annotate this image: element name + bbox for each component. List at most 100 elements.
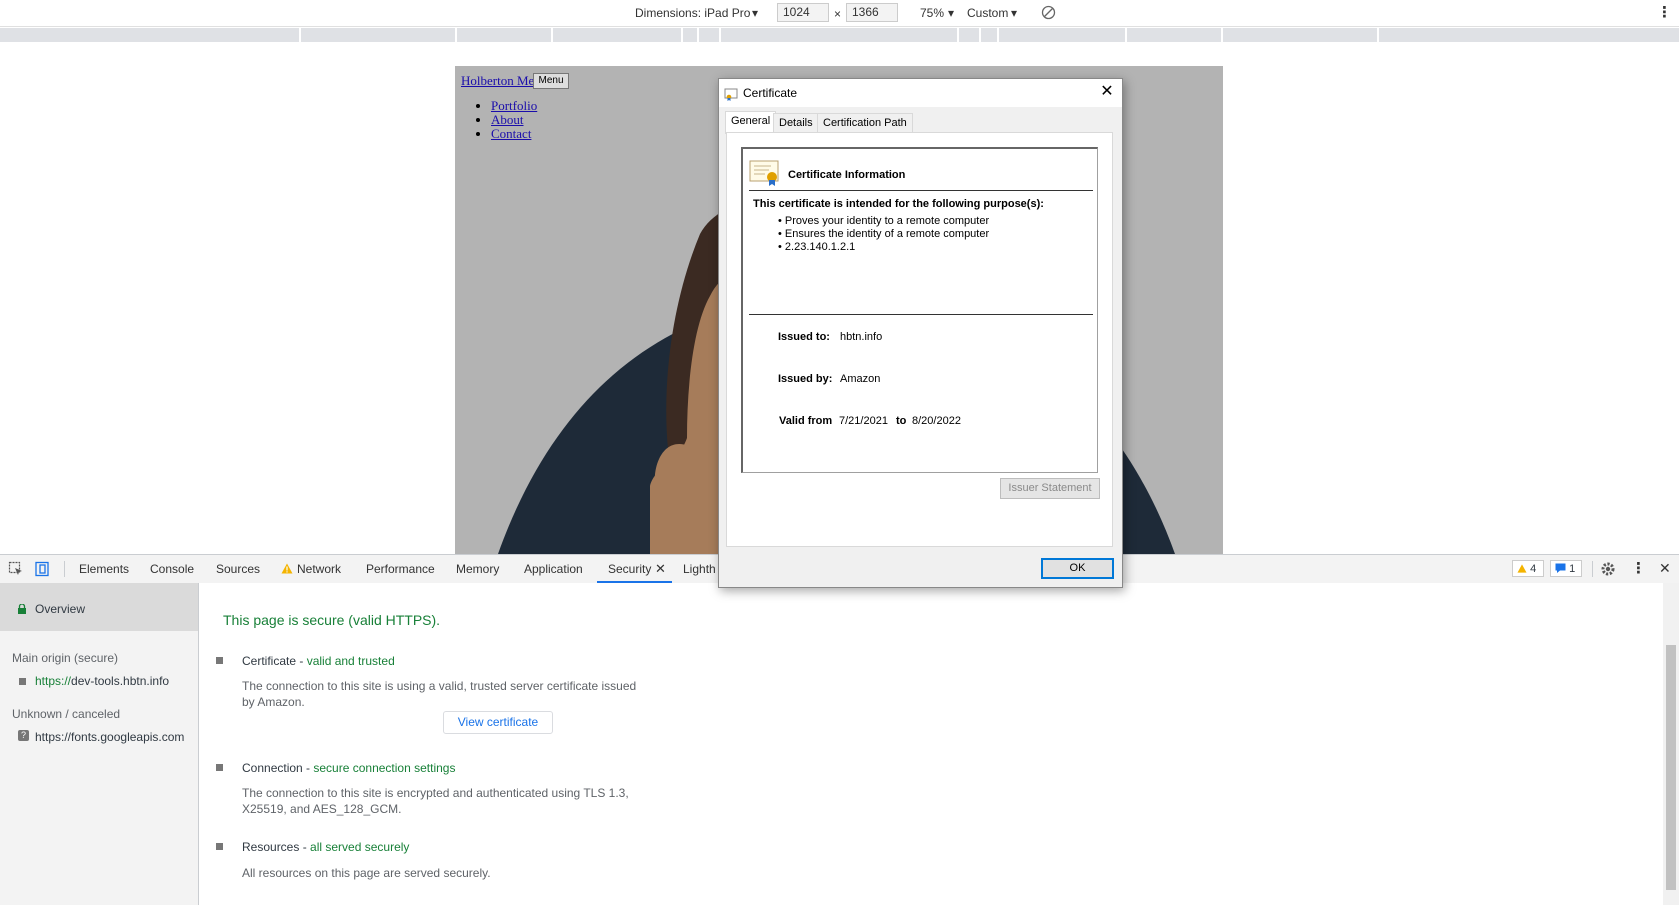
- purpose-heading: This certificate is intended for the fol…: [753, 198, 1044, 210]
- warning-icon: [1517, 564, 1527, 573]
- tab-lighthouse[interactable]: Lighth: [683, 562, 716, 576]
- chevron-down-icon[interactable]: ▾: [1011, 6, 1017, 20]
- chevron-down-icon[interactable]: ▾: [948, 6, 954, 20]
- warnings-badge[interactable]: 4: [1512, 560, 1544, 577]
- purpose-text: 2.23.140.1.2.1: [784, 241, 856, 253]
- close-icon[interactable]: ✕: [1097, 83, 1117, 103]
- height-input[interactable]: 1366: [846, 3, 898, 22]
- section-bullet-icon: [216, 764, 223, 771]
- menu-button[interactable]: Menu: [533, 73, 569, 89]
- media-query-segment[interactable]: [457, 28, 551, 42]
- issued-by-value: Amazon: [840, 373, 881, 385]
- certificate-section-title: Certificate - valid and trusted: [242, 654, 395, 668]
- view-certificate-button[interactable]: View certificate: [443, 711, 553, 734]
- origin-host: dev-tools.hbtn.info: [71, 674, 170, 688]
- tab-general[interactable]: General: [725, 111, 777, 134]
- media-query-segment[interactable]: [959, 28, 979, 42]
- certificate-icon: [724, 88, 738, 101]
- media-query-segment[interactable]: [699, 28, 719, 42]
- messages-badge[interactable]: 1: [1550, 560, 1582, 577]
- media-query-segment[interactable]: [721, 28, 957, 42]
- media-query-segment[interactable]: [1127, 28, 1221, 42]
- tab-certification-path[interactable]: Certification Path: [817, 113, 913, 133]
- sidebar-item-unknown-origin[interactable]: https://fonts.googleapis.com: [35, 730, 184, 744]
- issued-to-value: hbtn.info: [840, 331, 883, 343]
- inspect-element-icon[interactable]: [8, 561, 24, 577]
- media-query-segment[interactable]: [1379, 28, 1679, 42]
- valid-from-label: Valid from: [779, 415, 833, 427]
- origin-scheme: https://: [35, 674, 72, 688]
- purpose-item: • Ensures the identity of a remote compu…: [778, 228, 990, 240]
- certificate-icon: [749, 160, 779, 186]
- issuer-statement-button[interactable]: Issuer Statement: [1000, 478, 1100, 499]
- sidebar-item-overview[interactable]: Overview: [0, 583, 198, 631]
- media-query-segment[interactable]: [683, 28, 697, 42]
- media-query-segment[interactable]: [999, 28, 1125, 42]
- ok-button[interactable]: OK: [1041, 558, 1114, 579]
- nav-link-about[interactable]: About: [491, 112, 524, 127]
- media-query-segment[interactable]: [0, 28, 299, 42]
- tab-console[interactable]: Console: [150, 562, 194, 576]
- main-origin-heading: Main origin (secure): [12, 651, 119, 665]
- zoom-selector[interactable]: 75%: [920, 6, 944, 20]
- connection-section-title: Connection - secure connection settings: [242, 761, 455, 775]
- question-icon: ?: [18, 730, 29, 741]
- section-bullet-icon: [216, 657, 223, 664]
- media-query-segment[interactable]: [553, 28, 681, 42]
- more-options-icon[interactable]: ⋮: [1631, 559, 1646, 577]
- tab-memory[interactable]: Memory: [456, 562, 499, 576]
- dialog-title: Certificate: [743, 86, 798, 100]
- throttle-selector[interactable]: Custom: [967, 6, 1008, 20]
- section-bullet-icon: [216, 843, 223, 850]
- rotate-icon[interactable]: [1041, 5, 1056, 20]
- warning-icon: [281, 563, 293, 574]
- tab-network[interactable]: Network: [297, 562, 341, 576]
- nav-item: About: [491, 113, 537, 127]
- security-headline: This page is secure (valid HTTPS).: [223, 612, 441, 628]
- tab-application[interactable]: Application: [524, 562, 583, 576]
- nav-link-portfolio[interactable]: Portfolio: [491, 98, 537, 113]
- nav-item: Contact: [491, 127, 537, 141]
- more-options-icon[interactable]: ⋮: [1657, 3, 1672, 21]
- nav-item: Portfolio: [491, 99, 537, 113]
- valid-to-label: to: [896, 415, 907, 427]
- tab-performance[interactable]: Performance: [366, 562, 435, 576]
- purpose-text: Ensures the identity of a remote compute…: [784, 228, 990, 240]
- media-query-segment[interactable]: [981, 28, 997, 42]
- tab-elements[interactable]: Elements: [79, 562, 129, 576]
- sidebar-item-main-origin[interactable]: https://dev-tools.hbtn.info: [35, 674, 169, 688]
- chevron-down-icon[interactable]: ▾: [752, 6, 758, 20]
- section-label: Connection -: [242, 761, 314, 775]
- tab-security[interactable]: Security: [608, 562, 651, 576]
- close-devtools-icon[interactable]: ✕: [1659, 560, 1671, 577]
- tab-sources[interactable]: Sources: [216, 562, 260, 576]
- dialog-titlebar[interactable]: Certificate ✕: [719, 79, 1122, 107]
- certificate-status: valid and trusted: [306, 654, 395, 668]
- purpose-item: • 2.23.140.1.2.1: [778, 241, 856, 253]
- section-label: Certificate -: [242, 654, 307, 668]
- connection-description: The connection to this site is encrypted…: [242, 786, 629, 816]
- security-overview-panel: This page is secure (valid HTTPS). Certi…: [199, 583, 1663, 905]
- width-input[interactable]: 1024: [777, 3, 829, 22]
- lock-icon: [18, 604, 26, 614]
- scrollbar-thumb[interactable]: [1666, 645, 1676, 890]
- site-brand-link[interactable]: Holberton Me: [461, 73, 534, 89]
- tab-details[interactable]: Details: [773, 113, 819, 133]
- issued-by-label: Issued by:: [778, 373, 833, 385]
- origin-bullet-icon: [19, 678, 26, 685]
- resources-section-title: Resources - all served securely: [242, 840, 409, 854]
- certificate-description: The connection to this site is using a v…: [242, 679, 637, 709]
- scrollbar[interactable]: [1663, 583, 1679, 905]
- close-tab-icon[interactable]: ✕: [655, 561, 666, 577]
- media-query-segment[interactable]: [1223, 28, 1377, 42]
- nav-link-contact[interactable]: Contact: [491, 126, 531, 141]
- device-toolbar-icon[interactable]: [34, 561, 50, 577]
- section-label: Resources -: [242, 840, 311, 854]
- settings-gear-icon[interactable]: [1600, 561, 1616, 577]
- resources-status: all served securely: [310, 840, 410, 854]
- device-selector[interactable]: Dimensions: iPad Pro: [635, 6, 750, 20]
- message-icon: [1555, 563, 1566, 573]
- media-query-segment[interactable]: [301, 28, 455, 42]
- divider: [1592, 561, 1593, 577]
- issued-to-label: Issued to:: [778, 331, 830, 343]
